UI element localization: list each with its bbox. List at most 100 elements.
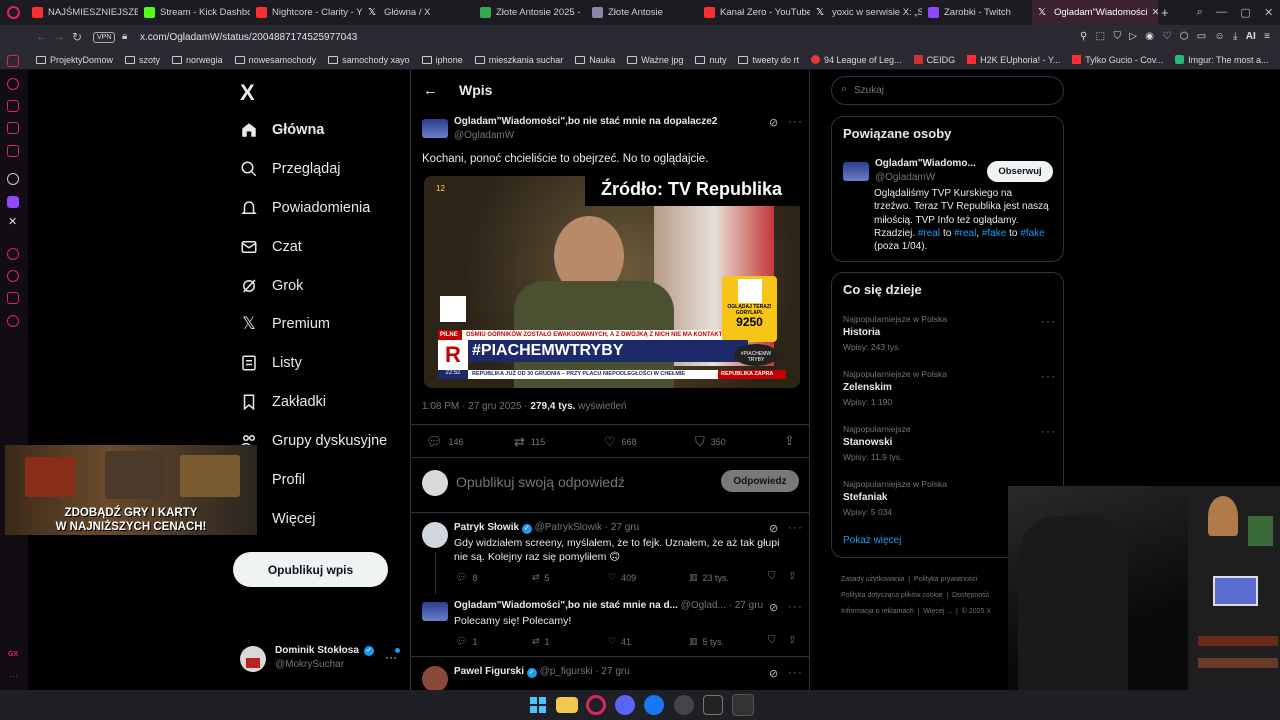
history-icon[interactable] — [7, 78, 19, 90]
bookmark-link[interactable]: CEIDG — [913, 55, 955, 65]
new-tab-button[interactable]: + — [1158, 0, 1176, 25]
reply-handle[interactable]: @PatrykSlowik — [535, 522, 602, 533]
search-input[interactable]: ⌕ Szukaj — [831, 76, 1064, 105]
opera-logo-icon[interactable] — [0, 0, 26, 25]
share-icon[interactable]: ⇪ — [788, 571, 796, 582]
nav-premium[interactable]: 𝕏 Premium — [240, 309, 330, 339]
reply-time[interactable]: · 27 gru — [605, 522, 639, 533]
footer-link[interactable]: Dostępność — [952, 592, 989, 599]
browser-tab[interactable]: Stream - Kick Dashbo — [138, 0, 250, 25]
post-video[interactable]: 12 Źródło: TV Republika OGLĄDAJ TERAZ! G… — [424, 176, 800, 388]
chatgpt-icon[interactable] — [7, 173, 19, 185]
reply-author[interactable]: Patryk Słowik — [454, 522, 519, 533]
reply-input[interactable]: Opublikuj swoją odpowiedź — [456, 474, 625, 490]
hashtag-link[interactable]: #fake — [982, 228, 1006, 239]
back-icon[interactable]: ← — [36, 31, 47, 43]
footer-link[interactable]: Zasady użytkowania — [841, 576, 904, 583]
reply-time[interactable]: · 27 gru — [595, 666, 629, 677]
reply-button[interactable]: 💬︎ 1 — [456, 636, 477, 647]
lock-icon[interactable]: 🔒︎ — [122, 31, 127, 42]
hashtag-link[interactable]: #real — [918, 228, 940, 239]
like-button[interactable]: ♡ 668 — [604, 434, 637, 450]
trend-item[interactable]: Najpopularniejsze Stanowski Wpisy: 11,9 … — [843, 424, 1053, 469]
footer-link[interactable]: Informacja o reklamach — [841, 608, 914, 615]
reply-more-icon[interactable]: ··· — [788, 665, 803, 679]
play-icon[interactable]: ▷ — [1129, 31, 1137, 42]
avatar[interactable] — [843, 162, 869, 181]
opera-gx-icon[interactable] — [586, 695, 606, 715]
browser-tab[interactable]: Złote Antosie 2025 - — [474, 0, 586, 25]
browser-tab[interactable]: Nightcore - Clarity - Y — [250, 0, 362, 25]
bookmark-folder[interactable]: norwegia — [172, 55, 223, 65]
browser-tab-active[interactable]: 𝕏 Ogladam"Wiadomości ✕ — [1032, 0, 1158, 25]
browser-tab[interactable]: Złote Antosie — [586, 0, 698, 25]
avatar[interactable] — [422, 602, 448, 621]
bookmark-link[interactable]: Tylko Gucio - Cov... — [1072, 55, 1163, 65]
follow-button[interactable]: Obserwuj — [987, 161, 1053, 182]
reply-handle[interactable]: @p_figurski — [540, 666, 593, 677]
reply-time[interactable]: · 27 gru — [729, 600, 763, 611]
more-icon[interactable]: ··· — [9, 671, 18, 681]
footer-link[interactable]: Polityka prywatności — [914, 576, 977, 583]
epic-games-icon[interactable] — [732, 694, 754, 716]
post-more-icon[interactable]: ··· — [788, 114, 803, 128]
hashtag-link[interactable]: #fake — [1020, 228, 1044, 239]
account-switcher[interactable]: Dominik Stokłosa ✓ @MokrySuchar ··· — [240, 644, 402, 674]
reply-submit-button[interactable]: Odpowiedz — [721, 470, 799, 492]
grok-icon[interactable]: ⊘ — [769, 667, 778, 680]
hashtag-link[interactable]: #real — [954, 228, 976, 239]
browser-tab[interactable]: 𝕏 Główna / X — [362, 0, 474, 25]
pin-icon[interactable]: ⚲ — [1080, 31, 1087, 42]
x-sidebar-icon[interactable]: ✕ — [8, 215, 17, 228]
trend-more-icon[interactable]: ··· — [1041, 369, 1056, 383]
heart-icon[interactable]: ♡ — [1162, 31, 1171, 42]
bookmark-folder[interactable]: szoty — [125, 55, 160, 65]
maximize-icon[interactable]: ▢ — [1240, 6, 1250, 19]
trend-item[interactable]: Najpopularniejsze w Polska Historia Wpis… — [843, 314, 1053, 359]
reply-button[interactable]: 💬︎ 8 — [456, 572, 477, 583]
bookmark-folder[interactable]: Nauka — [575, 55, 615, 65]
post-timestamp[interactable]: 1:08 PM · 27 gru 2025 · — [422, 401, 530, 412]
twitch-icon[interactable] — [7, 196, 19, 208]
like-button[interactable]: ♡ 409 — [608, 572, 636, 583]
reply-author[interactable]: Pawel Figurski — [454, 666, 524, 677]
trend-more-icon[interactable]: ··· — [1041, 424, 1056, 438]
related-name[interactable]: Ogladam"Wiadomo... — [875, 158, 976, 169]
nav-explore[interactable]: Przeglądaj — [240, 154, 341, 184]
share-icon[interactable]: ⇪ — [784, 433, 795, 449]
bookmark-folder[interactable]: Ważne jpg — [627, 55, 683, 65]
bookmark-link[interactable]: 94 League of Leg... — [810, 55, 902, 65]
bookmark-button[interactable]: ⛉ 350 — [695, 434, 726, 450]
camera-icon[interactable]: ◉ — [1145, 31, 1154, 42]
repost-button[interactable]: ⇄ 115 — [514, 434, 545, 450]
bookmark-link[interactable]: H2K EUphoria! - Y... — [967, 55, 1060, 65]
gx-corner-icon[interactable] — [7, 100, 19, 112]
wallet-icon[interactable]: ▭ — [1197, 31, 1206, 42]
like-button[interactable]: ♡ 41 — [608, 636, 631, 647]
music-icon[interactable] — [7, 145, 19, 157]
nav-notifications[interactable]: Powiadomienia — [240, 193, 370, 223]
bookmark-folder[interactable]: iphone — [421, 55, 463, 65]
minimize-icon[interactable]: — — [1216, 6, 1227, 19]
grok-icon[interactable]: ⊘ — [769, 601, 778, 614]
bookmark-folder[interactable]: nowesamochody — [234, 55, 316, 65]
terminal-icon[interactable] — [703, 695, 723, 715]
nav-chat[interactable]: Czat — [240, 232, 302, 262]
avatar[interactable] — [422, 522, 448, 548]
reply-button[interactable]: 💬︎ 146 — [426, 434, 464, 450]
post-button[interactable]: Opublikuj wpis — [233, 552, 388, 587]
browser-tab[interactable]: 𝕏yoxic w serwisie X: „S — [810, 0, 922, 25]
discord-icon[interactable] — [615, 695, 635, 715]
close-window-icon[interactable]: ✕ — [1264, 6, 1273, 19]
bookmark-icon[interactable]: ⛉ — [768, 635, 776, 646]
trend-more-icon[interactable]: ··· — [1041, 314, 1056, 328]
grok-icon[interactable]: ⊘ — [769, 522, 778, 535]
author-handle[interactable]: @OgladamW — [454, 130, 514, 141]
url-field[interactable]: x.com/OgladamW/status/200488717452597704… — [140, 32, 357, 43]
bookmark-icon[interactable]: ⛉ — [768, 571, 776, 582]
browser-tab[interactable]: Kanał Zero - YouTube — [698, 0, 810, 25]
download-icon[interactable]: ⤓ — [1233, 31, 1237, 42]
app-icon[interactable] — [674, 695, 694, 715]
nav-grok[interactable]: Grok — [240, 271, 303, 301]
reply-more-icon[interactable]: ··· — [788, 599, 803, 613]
